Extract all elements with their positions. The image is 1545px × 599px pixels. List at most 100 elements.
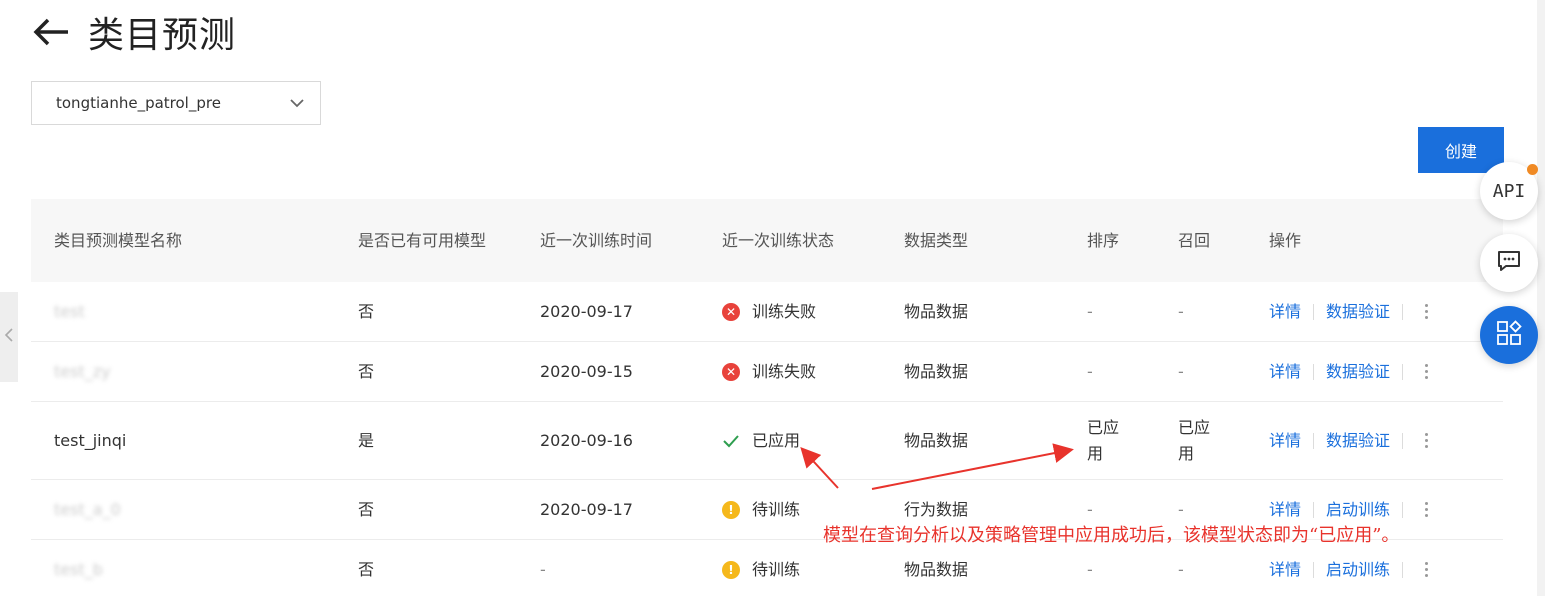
warning-icon: ! bbox=[722, 500, 740, 519]
train-status: ✕ 训练失败 bbox=[722, 282, 892, 341]
separator bbox=[1313, 303, 1315, 320]
separator bbox=[1402, 432, 1404, 449]
model-name: test_b bbox=[54, 559, 103, 579]
sort-status: 已应用 bbox=[1087, 417, 1120, 463]
model-name: test_zy bbox=[54, 361, 111, 381]
table-header: 类目预测模型名称 是否已有可用模型 近一次训练时间 近一次训练状态 数据类型 排… bbox=[31, 199, 1503, 282]
apps-button[interactable] bbox=[1480, 306, 1538, 364]
has-model: 否 bbox=[358, 361, 375, 381]
detail-link[interactable]: 详情 bbox=[1269, 557, 1301, 583]
warning-icon: ! bbox=[722, 560, 740, 579]
chat-button[interactable] bbox=[1480, 234, 1538, 292]
status-text: 训练失败 bbox=[752, 301, 817, 321]
project-select-value: tongtianhe_patrol_pre bbox=[56, 94, 221, 112]
data-type: 物品数据 bbox=[904, 559, 969, 579]
project-select[interactable]: tongtianhe_patrol_pre bbox=[31, 81, 321, 125]
col-header-name: 类目预测模型名称 bbox=[54, 230, 183, 250]
col-header-recall: 召回 bbox=[1178, 230, 1211, 250]
table-row: test_jinqi 是 2020-09-16 已应用 物品数据 已应用 已应用… bbox=[31, 402, 1503, 480]
data-type: 物品数据 bbox=[904, 301, 969, 321]
data-verify-link[interactable]: 数据验证 bbox=[1326, 299, 1390, 325]
train-time: 2020-09-16 bbox=[540, 430, 633, 450]
chevron-left-icon bbox=[4, 327, 14, 347]
col-header-data-type: 数据类型 bbox=[904, 230, 969, 250]
col-header-train-time: 近一次训练时间 bbox=[540, 230, 653, 250]
recall-status: - bbox=[1178, 559, 1184, 579]
separator bbox=[1313, 432, 1315, 449]
sort-status: - bbox=[1087, 361, 1093, 381]
has-model: 是 bbox=[358, 430, 375, 450]
api-button[interactable]: API bbox=[1480, 162, 1538, 220]
status-text: 训练失败 bbox=[752, 361, 817, 381]
sort-status: - bbox=[1087, 559, 1093, 579]
status-text: 已应用 bbox=[752, 430, 801, 450]
col-header-train-status: 近一次训练状态 bbox=[722, 230, 835, 250]
has-model: 否 bbox=[358, 499, 375, 519]
check-icon bbox=[722, 433, 740, 449]
title-row: 类目预测 bbox=[30, 6, 236, 58]
api-label: API bbox=[1492, 180, 1526, 202]
detail-link[interactable]: 详情 bbox=[1269, 497, 1301, 523]
table-row: test 否 2020-09-17 ✕ 训练失败 物品数据 - - 详情 数据验… bbox=[31, 282, 1503, 342]
annotation-text: 模型在查询分析以及策略管理中应用成功后，该模型状态即为“已应用”。 bbox=[823, 525, 1400, 546]
separator bbox=[1313, 561, 1315, 578]
status-text: 待训练 bbox=[752, 559, 801, 579]
start-training-link[interactable]: 启动训练 bbox=[1326, 497, 1390, 523]
separator bbox=[1402, 363, 1404, 380]
model-name: test_jinqi bbox=[54, 430, 127, 450]
train-time: 2020-09-17 bbox=[540, 301, 633, 321]
col-header-actions: 操作 bbox=[1269, 230, 1302, 250]
status-text: 待训练 bbox=[752, 499, 801, 519]
table-row: test_b 否 - ! 待训练 物品数据 - - 详情 启动训练 bbox=[31, 540, 1503, 599]
model-name: test_a_0 bbox=[54, 499, 121, 519]
back-arrow-icon[interactable] bbox=[30, 11, 72, 53]
detail-link[interactable]: 详情 bbox=[1269, 359, 1301, 385]
more-icon[interactable] bbox=[1421, 501, 1432, 519]
col-header-sort: 排序 bbox=[1087, 230, 1120, 250]
detail-link[interactable]: 详情 bbox=[1269, 299, 1301, 325]
train-status: ! 待训练 bbox=[722, 540, 892, 599]
chevron-down-icon bbox=[288, 94, 306, 116]
sidebar-toggle[interactable] bbox=[0, 292, 18, 382]
train-time: - bbox=[540, 559, 546, 579]
scrollbar-track[interactable] bbox=[1537, 0, 1545, 596]
model-name: test bbox=[54, 301, 85, 321]
detail-link[interactable]: 详情 bbox=[1269, 428, 1301, 454]
apps-icon bbox=[1495, 319, 1523, 351]
data-verify-link[interactable]: 数据验证 bbox=[1326, 428, 1390, 454]
row-actions: 详情 数据验证 bbox=[1269, 282, 1499, 341]
separator bbox=[1313, 501, 1315, 518]
more-icon[interactable] bbox=[1421, 432, 1432, 450]
more-icon[interactable] bbox=[1421, 561, 1432, 579]
more-icon[interactable] bbox=[1421, 363, 1432, 381]
table-row: test_zy 否 2020-09-15 ✕ 训练失败 物品数据 - - 详情 … bbox=[31, 342, 1503, 402]
notification-dot bbox=[1527, 164, 1538, 175]
more-icon[interactable] bbox=[1421, 303, 1432, 321]
row-actions: 详情 启动训练 bbox=[1269, 540, 1499, 599]
row-actions: 详情 数据验证 bbox=[1269, 402, 1499, 479]
chat-icon bbox=[1496, 249, 1522, 277]
recall-status: 已应用 bbox=[1178, 417, 1211, 463]
recall-status: - bbox=[1178, 301, 1184, 321]
start-training-link[interactable]: 启动训练 bbox=[1326, 557, 1390, 583]
data-type: 物品数据 bbox=[904, 430, 969, 450]
sort-status: - bbox=[1087, 301, 1093, 321]
train-status: ✕ 训练失败 bbox=[722, 342, 892, 401]
row-actions: 详情 数据验证 bbox=[1269, 342, 1499, 401]
col-header-has-model: 是否已有可用模型 bbox=[358, 230, 487, 250]
recall-status: - bbox=[1178, 361, 1184, 381]
train-status: 已应用 bbox=[722, 402, 892, 479]
separator bbox=[1313, 363, 1315, 380]
separator bbox=[1402, 303, 1404, 320]
has-model: 否 bbox=[358, 559, 375, 579]
train-time: 2020-09-15 bbox=[540, 361, 633, 381]
fail-icon: ✕ bbox=[722, 302, 740, 321]
separator bbox=[1402, 561, 1404, 578]
train-time: 2020-09-17 bbox=[540, 499, 633, 519]
data-verify-link[interactable]: 数据验证 bbox=[1326, 359, 1390, 385]
separator bbox=[1402, 501, 1404, 518]
data-type: 物品数据 bbox=[904, 361, 969, 381]
has-model: 否 bbox=[358, 301, 375, 321]
fail-icon: ✕ bbox=[722, 362, 740, 381]
create-button[interactable]: 创建 bbox=[1418, 127, 1504, 173]
